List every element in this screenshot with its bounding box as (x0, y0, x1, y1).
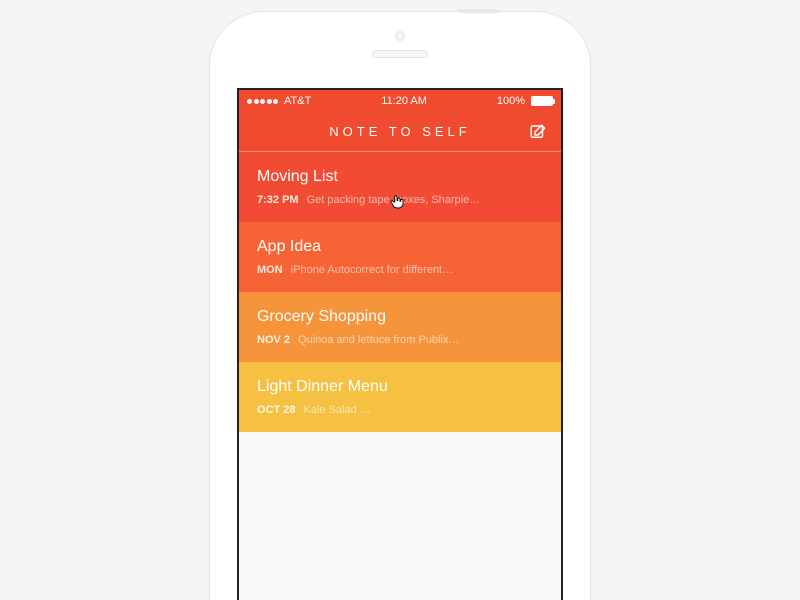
note-time: MON (257, 264, 283, 276)
app-title: NOTE TO SELF (329, 124, 470, 139)
status-bar: AT&T 11:20 AM 100% (239, 90, 561, 112)
signal-dots-icon (247, 99, 278, 104)
note-title: App Idea (257, 238, 543, 256)
screen: AT&T 11:20 AM 100% NOTE TO SELF Moving L… (237, 88, 563, 600)
note-preview: iPhone Autocorrect for different… (291, 264, 453, 276)
note-time: NOV 2 (257, 334, 290, 346)
note-row[interactable]: Light Dinner Menu OCT 28 Kale Salad … (239, 362, 561, 432)
clock-label: 11:20 AM (381, 95, 427, 107)
phone-camera (395, 31, 405, 41)
note-title: Moving List (257, 168, 543, 186)
note-time: OCT 28 (257, 404, 296, 416)
phone-frame: AT&T 11:20 AM 100% NOTE TO SELF Moving L… (210, 12, 590, 600)
phone-power-button (458, 9, 500, 13)
compose-button[interactable] (529, 123, 547, 141)
note-preview: Quinoa and lettuce from Publix… (298, 334, 459, 346)
note-row[interactable]: Moving List 7:32 PM Get packing tape, bo… (239, 152, 561, 222)
note-list: Moving List 7:32 PM Get packing tape, bo… (239, 152, 561, 432)
battery-icon (531, 96, 553, 106)
note-row[interactable]: Grocery Shopping NOV 2 Quinoa and lettuc… (239, 292, 561, 362)
note-title: Grocery Shopping (257, 308, 543, 326)
note-preview: Kale Salad … (304, 404, 371, 416)
navbar: NOTE TO SELF (239, 112, 561, 152)
note-preview: Get packing tape, boxes, Sharpie… (307, 194, 481, 206)
note-time: 7:32 PM (257, 194, 299, 206)
compose-icon (529, 123, 547, 141)
note-row[interactable]: App Idea MON iPhone Autocorrect for diff… (239, 222, 561, 292)
battery-pct-label: 100% (497, 95, 525, 107)
note-title: Light Dinner Menu (257, 378, 543, 396)
carrier-label: AT&T (284, 95, 311, 107)
phone-speaker (372, 50, 428, 58)
